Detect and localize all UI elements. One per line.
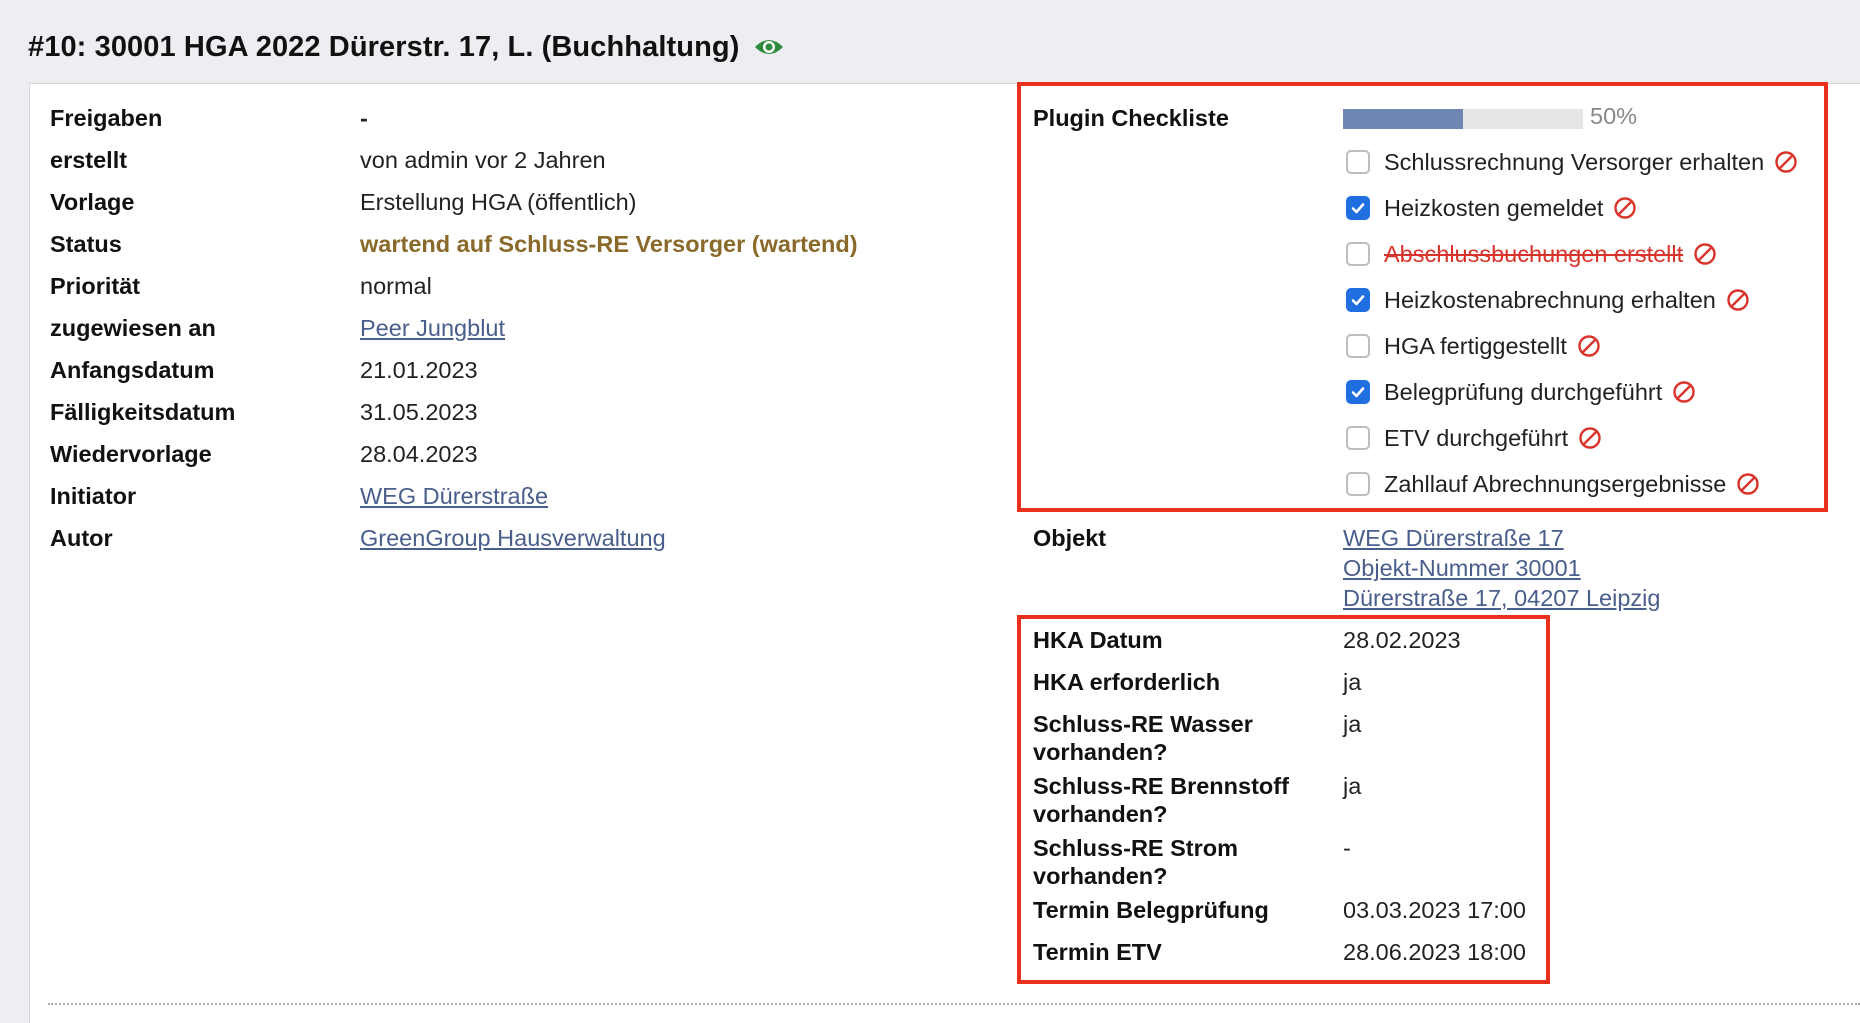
checklist-checkbox[interactable] — [1346, 196, 1370, 220]
label-wiedervorlage: Wiedervorlage — [50, 441, 212, 467]
label-schluss-re-strom: Schluss-RE Strom — [1033, 835, 1239, 861]
checklist-item[interactable]: HGA fertiggestellt — [1346, 331, 1601, 361]
label-prioritaet: Priorität — [50, 273, 141, 299]
section-divider — [48, 1003, 1860, 1005]
checklist-item[interactable]: Abschlussbuchungen erstellt — [1346, 239, 1717, 269]
label-status: Status — [50, 231, 122, 257]
label-faelligkeitsdatum: Fälligkeitsdatum — [50, 399, 236, 425]
value-schluss-re-strom: - — [1343, 835, 1351, 861]
value-termin-etv: 28.06.2023 18:00 — [1343, 939, 1526, 965]
checklist-checkbox[interactable] — [1346, 242, 1370, 266]
value-hka-erforderlich: ja — [1343, 669, 1362, 695]
label-termin-belegpruefung: Termin Belegprüfung — [1033, 897, 1269, 923]
checklist-checkbox[interactable] — [1346, 380, 1370, 404]
value-faelligkeitsdatum: 31.05.2023 — [360, 399, 478, 425]
checklist-item[interactable]: Belegprüfung durchgeführt — [1346, 377, 1696, 407]
author-link[interactable]: GreenGroup Hausverwaltung — [360, 525, 666, 552]
no-entry-icon[interactable] — [1672, 380, 1696, 404]
progress-fill — [1343, 109, 1463, 129]
value-hka-datum: 28.02.2023 — [1343, 627, 1461, 653]
checklist-item-label: HGA fertiggestellt — [1384, 332, 1567, 359]
checklist-label: Plugin Checkliste — [1033, 105, 1229, 131]
checklist-item-label: Belegprüfung durchgeführt — [1384, 378, 1663, 405]
objekt-link-number[interactable]: Objekt-Nummer 30001 — [1343, 555, 1581, 582]
no-entry-icon[interactable] — [1726, 288, 1750, 312]
checklist-checkbox[interactable] — [1346, 288, 1370, 312]
label-schluss-re-wasser: Schluss-RE Wasser — [1033, 711, 1253, 737]
no-entry-icon[interactable] — [1693, 242, 1717, 266]
label-objekt: Objekt — [1033, 525, 1107, 551]
eye-icon[interactable] — [754, 37, 784, 57]
checklist-item[interactable]: Heizkostenabrechnung erhalten — [1346, 285, 1750, 315]
label-schluss-re-strom-2: vorhanden? — [1033, 863, 1168, 889]
label-erstellt: erstellt — [50, 147, 128, 173]
checklist-item-label: ETV durchgeführt — [1384, 424, 1569, 451]
label-zugewiesen: zugewiesen an — [50, 315, 216, 341]
checklist-item-label: Abschlussbuchungen erstellt — [1384, 240, 1684, 267]
value-termin-belegpruefung: 03.03.2023 17:00 — [1343, 897, 1526, 923]
objekt-link-name[interactable]: WEG Dürerstraße 17 — [1343, 525, 1564, 552]
label-hka-datum: HKA Datum — [1033, 627, 1163, 653]
no-entry-icon[interactable] — [1578, 426, 1602, 450]
no-entry-icon[interactable] — [1774, 150, 1798, 174]
value-schluss-re-brennstoff: ja — [1343, 773, 1362, 799]
checklist-progress-bar — [1343, 109, 1583, 129]
objekt-link-address[interactable]: Dürerstraße 17, 04207 Leipzig — [1343, 585, 1660, 612]
checklist-checkbox[interactable] — [1346, 426, 1370, 450]
value-erstellt: von admin vor 2 Jahren — [360, 147, 606, 173]
checklist-item-label: Schlussrechnung Versorger erhalten — [1384, 148, 1765, 175]
label-schluss-re-brennstoff: Schluss-RE Brennstoff — [1033, 773, 1289, 799]
label-anfangsdatum: Anfangsdatum — [50, 357, 215, 383]
label-initiator: Initiator — [50, 483, 137, 509]
value-anfangsdatum: 21.01.2023 — [360, 357, 478, 383]
checklist-item[interactable]: Heizkosten gemeldet — [1346, 193, 1637, 223]
checklist-item-label: Heizkosten gemeldet — [1384, 194, 1604, 221]
label-hka-erforderlich: HKA erforderlich — [1033, 669, 1221, 695]
label-autor: Autor — [50, 525, 113, 551]
no-entry-icon[interactable] — [1613, 196, 1637, 220]
assignee-link[interactable]: Peer Jungblut — [360, 315, 505, 342]
value-schluss-re-wasser: ja — [1343, 711, 1362, 737]
value-vorlage: Erstellung HGA (öffentlich) — [360, 189, 637, 215]
initiator-link[interactable]: WEG Dürerstraße — [360, 483, 548, 510]
checklist-checkbox[interactable] — [1346, 472, 1370, 496]
value-wiedervorlage: 28.04.2023 — [360, 441, 478, 467]
no-entry-icon[interactable] — [1736, 472, 1760, 496]
page-header: #10: 30001 HGA 2022 Dürerstr. 17, L. (Bu… — [28, 25, 784, 69]
checklist-item[interactable]: ETV durchgeführt — [1346, 423, 1602, 453]
label-freigaben: Freigaben — [50, 105, 163, 131]
checklist-item[interactable]: Zahllauf Abrechnungsergebnisse — [1346, 469, 1760, 499]
checklist-item-label: Zahllauf Abrechnungsergebnisse — [1384, 470, 1727, 497]
status-value: wartend auf Schluss-RE Versorger (warten… — [360, 231, 858, 257]
checklist-checkbox[interactable] — [1346, 150, 1370, 174]
checklist-item-label: Heizkostenabrechnung erhalten — [1384, 286, 1716, 313]
value-prioritaet: normal — [360, 273, 432, 299]
checklist-item[interactable]: Schlussrechnung Versorger erhalten — [1346, 147, 1798, 177]
checklist-checkbox[interactable] — [1346, 334, 1370, 358]
progress-percent: 50% — [1590, 103, 1638, 129]
no-entry-icon[interactable] — [1577, 334, 1601, 358]
page-title: #10: 30001 HGA 2022 Dürerstr. 17, L. (Bu… — [28, 30, 740, 63]
label-termin-etv: Termin ETV — [1033, 939, 1162, 965]
label-schluss-re-brennstoff-2: vorhanden? — [1033, 801, 1168, 827]
label-schluss-re-wasser-2: vorhanden? — [1033, 739, 1168, 765]
label-vorlage: Vorlage — [50, 189, 135, 215]
value-freigaben: - — [360, 105, 368, 131]
